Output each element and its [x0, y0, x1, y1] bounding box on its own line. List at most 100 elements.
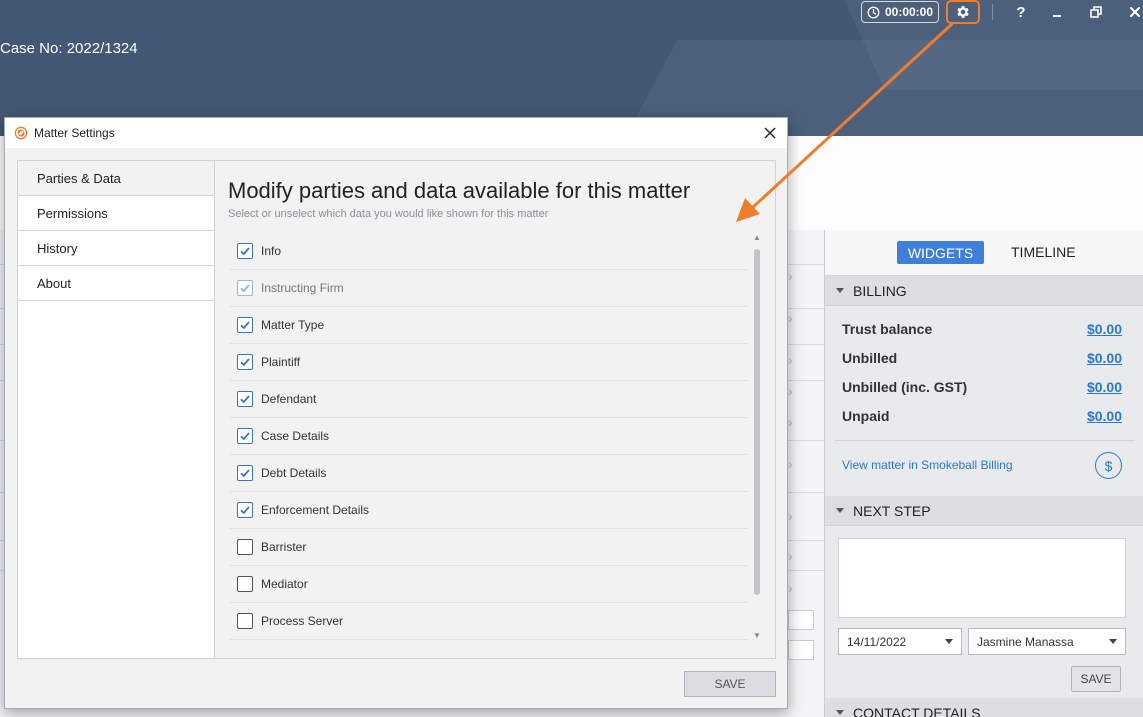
collapse-icon: [836, 508, 844, 513]
checkbox-matter-type[interactable]: [237, 317, 253, 333]
date-picker[interactable]: 14/11/2022: [838, 628, 962, 655]
checkbox-info[interactable]: [237, 243, 253, 259]
checkbox-process-server[interactable]: [237, 613, 253, 629]
restore-button[interactable]: [1083, 0, 1109, 24]
chevron-down-icon: [1109, 639, 1117, 644]
checkbox-debt-details[interactable]: [237, 465, 253, 481]
billing-value-link[interactable]: $0.00: [1087, 321, 1122, 337]
chevron-right-icon[interactable]: ›: [788, 580, 793, 596]
chevron-right-icon[interactable]: ›: [788, 548, 793, 564]
list-item-barrister[interactable]: Barrister: [230, 529, 748, 566]
checkmark-icon: [240, 469, 250, 478]
help-icon: ?: [1016, 3, 1026, 21]
billing-row: Unbilled $0.00: [842, 348, 1122, 368]
billing-label: Unpaid: [842, 408, 890, 424]
matter-settings-dialog: Matter Settings Parties & Data Permissio…: [4, 117, 788, 709]
assignee-value: Jasmine Manassa: [977, 634, 1074, 649]
item-label: Process Server: [261, 614, 344, 628]
chevron-right-icon[interactable]: ›: [788, 352, 793, 368]
save-button[interactable]: SAVE: [684, 671, 776, 697]
close-window-button[interactable]: [1122, 0, 1143, 24]
list-item-process-server[interactable]: Process Server: [230, 603, 748, 640]
page-title: Modify parties and data available for th…: [228, 178, 691, 203]
item-label: Matter Type: [261, 318, 325, 332]
checkbox-case-details[interactable]: [237, 428, 253, 444]
chevron-right-icon[interactable]: ›: [788, 508, 793, 524]
billing-label: Unbilled: [842, 350, 898, 366]
dialog-titlebar: Matter Settings: [5, 118, 787, 148]
checkmark-icon: [240, 506, 250, 515]
list-input[interactable]: [788, 610, 814, 630]
next-step-save-button[interactable]: SAVE: [1071, 666, 1121, 692]
nav-item-parties-data[interactable]: Parties & Data: [18, 161, 214, 196]
list-item-case-details[interactable]: Case Details: [230, 418, 748, 455]
settings-button[interactable]: [946, 0, 980, 24]
next-step-section-header[interactable]: NEXT STEP: [825, 496, 1143, 526]
billing-title: BILLING: [853, 282, 907, 299]
tab-timeline[interactable]: TIMELINE: [1011, 244, 1076, 260]
minimize-button[interactable]: [1044, 0, 1070, 24]
smokeball-logo-icon: [14, 126, 28, 140]
contact-details-section-header[interactable]: CONTACT DETAILS: [825, 698, 1143, 717]
header-divider: [992, 4, 993, 20]
list-item-mediator[interactable]: Mediator: [230, 566, 748, 603]
checkbox-defendant[interactable]: [237, 391, 253, 407]
restore-icon: [1090, 6, 1102, 18]
checkmark-icon: [240, 321, 250, 330]
list-input[interactable]: [788, 640, 814, 660]
checkbox-plaintiff[interactable]: [237, 354, 253, 370]
dollar-icon[interactable]: $: [1095, 452, 1122, 479]
chevron-right-icon[interactable]: ›: [788, 456, 793, 472]
chevron-right-icon[interactable]: ›: [788, 268, 793, 284]
panel-tabs: WIDGETS TIMELINE: [825, 230, 1143, 276]
list-scrollbar[interactable]: ▲ ▼: [750, 233, 764, 645]
chevron-right-icon[interactable]: ›: [788, 414, 793, 430]
item-label: Defendant: [261, 392, 317, 406]
nav-item-history[interactable]: History: [18, 231, 214, 266]
checkbox-barrister[interactable]: [237, 539, 253, 555]
date-value: 14/11/2022: [847, 634, 907, 649]
chevron-down-icon: [945, 639, 953, 644]
item-label: Case Details: [261, 429, 330, 443]
list-item-enforcement-details[interactable]: Enforcement Details: [230, 492, 748, 529]
chevron-right-icon[interactable]: ›: [788, 310, 793, 326]
nav-item-about[interactable]: About: [18, 266, 214, 301]
widgets-panel: WIDGETS TIMELINE BILLING Trust balance $…: [824, 230, 1143, 717]
billing-row: Unpaid $0.00: [842, 406, 1122, 426]
scroll-up-icon[interactable]: ▲: [753, 233, 761, 242]
scroll-down-icon[interactable]: ▼: [753, 631, 761, 640]
help-button[interactable]: ?: [1008, 0, 1034, 24]
checkmark-icon: [240, 432, 250, 441]
list-item-matter-type[interactable]: Matter Type: [230, 307, 748, 344]
scrollbar-thumb[interactable]: [754, 249, 760, 595]
nav-item-permissions[interactable]: Permissions: [18, 196, 214, 231]
dialog-close-button[interactable]: [759, 122, 781, 144]
dialog-title: Matter Settings: [34, 126, 115, 140]
dialog-body: Parties & Data Permissions History About…: [17, 160, 776, 659]
list-item-defendant[interactable]: Defendant: [230, 381, 748, 418]
tab-widgets[interactable]: WIDGETS: [897, 241, 984, 264]
assignee-select[interactable]: Jasmine Manassa: [968, 628, 1126, 655]
next-step-note-input[interactable]: [838, 538, 1126, 618]
billing-value-link[interactable]: $0.00: [1087, 350, 1122, 366]
checkmark-icon: [240, 247, 250, 256]
item-label: Enforcement Details: [261, 503, 370, 517]
chevron-right-icon[interactable]: ›: [788, 383, 793, 399]
page-subtitle: Select or unselect which data you would …: [228, 208, 549, 220]
contact-details-title: CONTACT DETAILS: [853, 704, 981, 717]
view-billing-link[interactable]: View matter in Smokeball Billing: [842, 458, 1013, 472]
checkbox-enforcement-details[interactable]: [237, 502, 253, 518]
timer-button[interactable]: 00:00:00: [861, 1, 939, 23]
nav-item-label: About: [37, 275, 71, 291]
billing-value-link[interactable]: $0.00: [1087, 408, 1122, 424]
billing-section-header[interactable]: BILLING: [825, 276, 1143, 306]
list-item-debt-details[interactable]: Debt Details: [230, 455, 748, 492]
item-label: Mediator: [261, 577, 308, 591]
checkbox-instructing-firm: [237, 280, 253, 296]
checkbox-mediator[interactable]: [237, 576, 253, 592]
billing-value-link[interactable]: $0.00: [1087, 379, 1122, 395]
parties-data-panel: Modify parties and data available for th…: [216, 161, 775, 658]
list-item-info[interactable]: Info: [230, 233, 748, 270]
item-label: Debt Details: [261, 466, 327, 480]
list-item-plaintiff[interactable]: Plaintiff: [230, 344, 748, 381]
